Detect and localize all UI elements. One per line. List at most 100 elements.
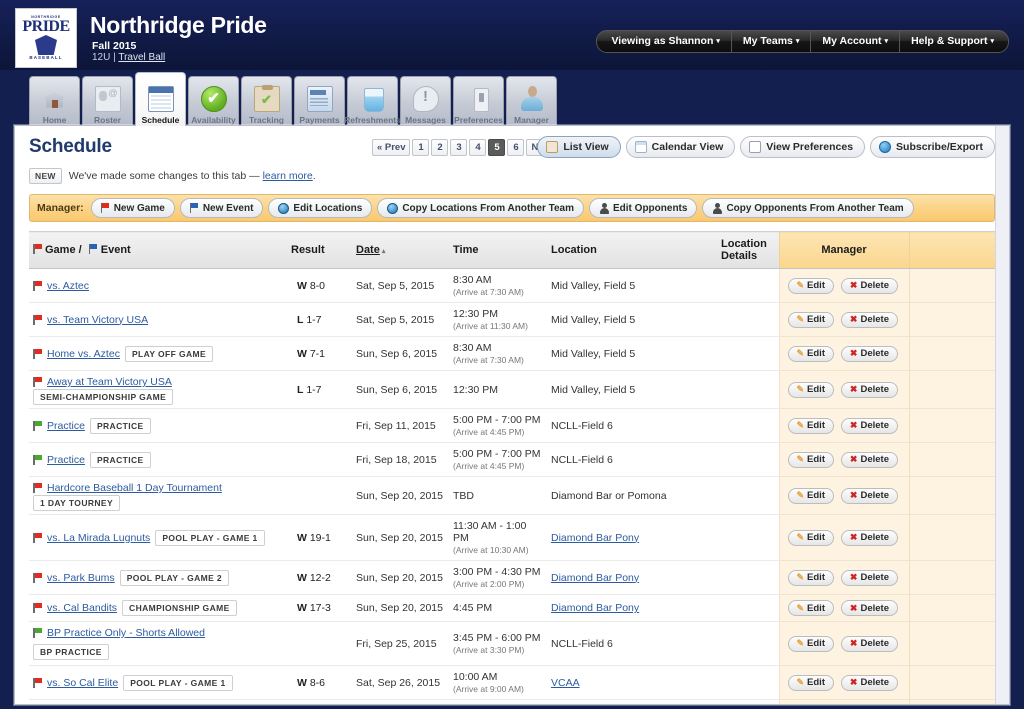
edit-button[interactable]: ✎Edit: [788, 636, 835, 652]
edit-button[interactable]: ✎Edit: [788, 600, 835, 616]
edit-button[interactable]: ✎Edit: [788, 346, 835, 362]
delete-button[interactable]: ✖Delete: [841, 600, 898, 616]
cell-manager-actions: ✎Edit ✖Delete: [779, 443, 909, 477]
event-name-link[interactable]: BP Practice Only - Shorts Allowed: [47, 627, 205, 639]
tab-schedule[interactable]: Schedule: [135, 72, 186, 126]
tab-roster[interactable]: Roster: [82, 76, 133, 126]
event-name-link[interactable]: Hardcore Baseball 1 Day Tournament: [47, 482, 222, 494]
edit-button[interactable]: ✎Edit: [788, 382, 835, 398]
event-name-link[interactable]: vs. Team Victory USA: [47, 314, 148, 326]
arrive-time: (Arrive at 4:45 PM): [453, 427, 543, 437]
cell-location[interactable]: Diamond Bar Pony: [547, 561, 717, 595]
cell-location[interactable]: VCAA: [547, 700, 717, 706]
delete-button[interactable]: ✖Delete: [841, 278, 898, 294]
subscribe-export-button[interactable]: Subscribe/Export: [870, 136, 995, 158]
location-link[interactable]: Diamond Bar Pony: [551, 532, 639, 544]
cell-location[interactable]: VCAA: [547, 666, 717, 700]
delete-button[interactable]: ✖Delete: [841, 488, 898, 504]
viewing-as-button[interactable]: Viewing as Shannon▾: [596, 30, 731, 53]
col-date[interactable]: Date▴: [352, 232, 449, 269]
delete-button[interactable]: ✖Delete: [841, 346, 898, 362]
event-name-link[interactable]: vs. Aztec: [47, 280, 89, 292]
event-badge: POOL PLAY - GAME 1: [123, 675, 232, 691]
copy-locations-button[interactable]: Copy Locations From Another Team: [377, 198, 584, 218]
season-label: Fall 2015: [92, 40, 136, 52]
delete-button[interactable]: ✖Delete: [841, 675, 898, 691]
learn-more-link[interactable]: learn more: [263, 170, 313, 182]
edit-button[interactable]: ✎Edit: [788, 418, 835, 434]
delete-button[interactable]: ✖Delete: [841, 418, 898, 434]
scroll-gutter[interactable]: [995, 126, 1009, 704]
red-flag-icon: [33, 573, 42, 583]
tab-availability[interactable]: Availability: [188, 76, 239, 126]
location-link[interactable]: Diamond Bar Pony: [551, 602, 639, 614]
cell-result: W 8-6: [287, 666, 352, 700]
cell-location[interactable]: Diamond Bar Pony: [547, 595, 717, 622]
cell-location: Mid Valley, Field 5: [547, 303, 717, 337]
x-icon: ✖: [850, 638, 858, 649]
event-name-link[interactable]: Home vs. Aztec: [47, 348, 120, 360]
delete-button[interactable]: ✖Delete: [841, 452, 898, 468]
delete-button[interactable]: ✖Delete: [841, 312, 898, 328]
event-name-link[interactable]: vs. Cal Bandits: [47, 602, 117, 614]
location-link[interactable]: VCAA: [551, 677, 580, 689]
my-account-button[interactable]: My Account▾: [810, 30, 900, 53]
event-name-link[interactable]: vs. La Mirada Lugnuts: [47, 532, 150, 544]
edit-locations-button[interactable]: Edit Locations: [268, 198, 372, 218]
copy-opponents-button[interactable]: Copy Opponents From Another Team: [702, 198, 913, 218]
globe-icon: [278, 203, 289, 214]
event-name-link[interactable]: vs. So Cal Elite: [47, 677, 118, 689]
edit-button[interactable]: ✎Edit: [788, 675, 835, 691]
date-sort-link[interactable]: Date: [356, 244, 380, 256]
tab-messages[interactable]: Messages: [400, 76, 451, 126]
new-event-button[interactable]: New Event: [180, 198, 264, 218]
event-name-link[interactable]: Practice: [47, 454, 85, 466]
pagination-page-6[interactable]: 6: [507, 139, 524, 156]
tab-payments[interactable]: Payments: [294, 76, 345, 126]
event-name-link[interactable]: vs. Park Bums: [47, 572, 115, 584]
league-type-link[interactable]: Travel Ball: [118, 52, 165, 63]
red-flag-icon: [33, 533, 42, 543]
pagination-prev[interactable]: « Prev: [372, 139, 411, 156]
pagination-page-5-current[interactable]: 5: [488, 139, 505, 156]
calendar-view-button[interactable]: Calendar View: [626, 136, 736, 158]
pagination-page-2[interactable]: 2: [431, 139, 448, 156]
delete-button[interactable]: ✖Delete: [841, 636, 898, 652]
edit-button[interactable]: ✎Edit: [788, 530, 835, 546]
edit-button[interactable]: ✎Edit: [788, 278, 835, 294]
my-teams-button[interactable]: My Teams▾: [731, 30, 812, 53]
pagination-page-4[interactable]: 4: [469, 139, 486, 156]
list-view-button[interactable]: List View: [537, 136, 620, 158]
event-name-link[interactable]: Practice: [47, 420, 85, 432]
location-link[interactable]: Diamond Bar Pony: [551, 572, 639, 584]
edit-opponents-label: Edit Opponents: [613, 203, 687, 214]
tab-manager[interactable]: Manager: [506, 76, 557, 126]
view-preferences-button[interactable]: View Preferences: [740, 136, 865, 158]
cell-manager-actions: ✎Edit ✖Delete: [779, 337, 909, 371]
col-location-details-line1: Location: [721, 238, 767, 250]
event-name-link[interactable]: Away at Team Victory USA: [47, 376, 172, 388]
team-name: Northridge Pride: [90, 12, 267, 39]
edit-button[interactable]: ✎Edit: [788, 452, 835, 468]
tab-tracking[interactable]: Tracking: [241, 76, 292, 126]
pagination-page-3[interactable]: 3: [450, 139, 467, 156]
cell-location[interactable]: Diamond Bar Pony: [547, 515, 717, 561]
blue-flag-icon: [190, 203, 199, 213]
tab-home[interactable]: Home: [29, 76, 80, 126]
edit-button[interactable]: ✎Edit: [788, 570, 835, 586]
help-support-button[interactable]: Help & Support▾: [899, 30, 1009, 53]
delete-button[interactable]: ✖Delete: [841, 530, 898, 546]
new-game-button[interactable]: New Game: [91, 198, 175, 218]
edit-button[interactable]: ✎Edit: [788, 488, 835, 504]
subscribe-export-label: Subscribe/Export: [896, 141, 983, 153]
tab-refreshments[interactable]: Refreshments: [347, 76, 398, 126]
cell-date: Fri, Sep 11, 2015: [352, 409, 449, 443]
cell-date: Sun, Sep 20, 2015: [352, 515, 449, 561]
pagination-page-1[interactable]: 1: [412, 139, 429, 156]
delete-button[interactable]: ✖Delete: [841, 570, 898, 586]
delete-button[interactable]: ✖Delete: [841, 382, 898, 398]
edit-opponents-button[interactable]: Edit Opponents: [589, 198, 697, 218]
tab-preferences[interactable]: Preferences: [453, 76, 504, 126]
edit-button[interactable]: ✎Edit: [788, 312, 835, 328]
cell-location: NCLL-Field 6: [547, 622, 717, 666]
